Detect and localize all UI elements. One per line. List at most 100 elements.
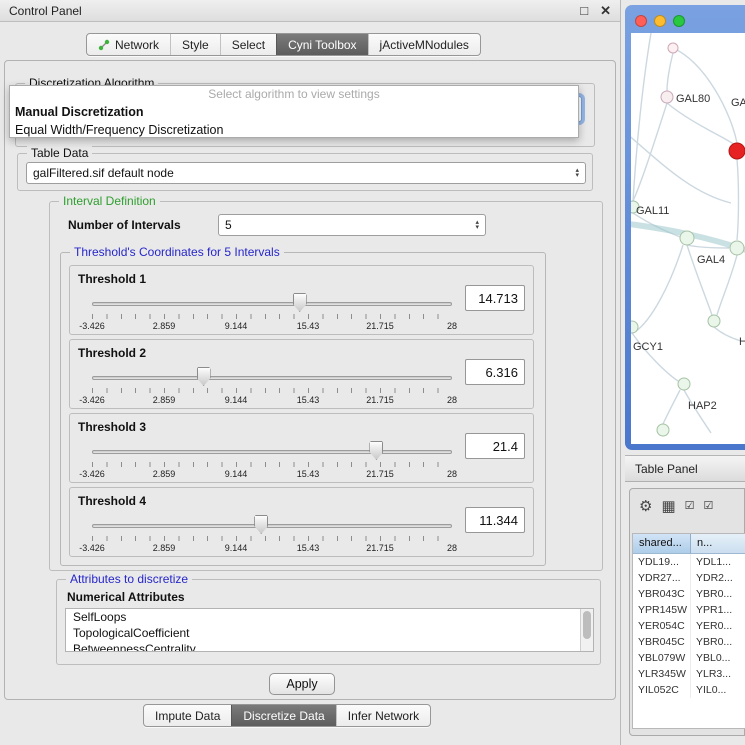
slider-thumb[interactable] [293,293,307,312]
threshold-label: Threshold 1 [78,272,146,286]
network-node[interactable] [708,315,720,327]
network-node-gcy1[interactable] [631,321,638,333]
tab-infer-network[interactable]: Infer Network [336,705,430,726]
threshold-row-1: Threshold 1 -3.426 2.859 9.144 15.43 21.… [69,265,534,335]
threshold-4-slider[interactable]: -3.426 2.859 9.144 15.43 21.715 28 [92,514,452,556]
threshold-2-value-field[interactable]: 6.316 [465,359,525,385]
slider-thumb[interactable] [254,515,268,534]
stepper-icon: ▴▾ [475,220,479,230]
control-panel: Control Panel □ ✕ Network Style Select C… [0,0,621,745]
slider-scale: -3.426 2.859 9.144 15.43 21.715 28 [92,469,452,480]
node-label-gal11: GAL11 [636,205,669,217]
network-node[interactable] [668,43,678,53]
select-all-icon[interactable]: ☑ [685,501,695,512]
table-row[interactable]: YDL19...YDL1... [633,554,745,570]
list-scrollbar[interactable] [580,609,593,651]
slider-track[interactable] [92,450,452,454]
network-node-red-selected[interactable] [729,143,745,159]
table-row[interactable]: YDR27...YDR2... [633,570,745,586]
interval-group-title: Interval Definition [59,194,160,208]
network-icon [98,39,110,51]
table-row[interactable]: YIL052CYIL0... [633,682,745,698]
close-icon[interactable]: ✕ [600,4,611,17]
list-item[interactable]: TopologicalCoefficient [66,625,593,641]
mac-zoom-icon[interactable] [673,15,685,27]
slider-scale: -3.426 2.859 9.144 15.43 21.715 28 [92,321,452,332]
control-panel-titlebar: Control Panel □ ✕ [0,0,620,22]
cyni-panel-body: Discretization Algorithm ▴▾ Select algor… [4,60,616,700]
table-row[interactable]: YBR043CYBR0... [633,586,745,602]
threshold-1-slider[interactable]: -3.426 2.859 9.144 15.43 21.715 28 [92,292,452,334]
node-label-cut: H [739,336,745,348]
threshold-label: Threshold 3 [78,420,146,434]
threshold-label: Threshold 2 [78,346,146,360]
table-row[interactable]: YBL079WYBL0... [633,650,745,666]
table-row[interactable]: YBR045CYBR0... [633,634,745,650]
table-row[interactable]: YER054CYER0... [633,618,745,634]
list-item[interactable]: SelfLoops [66,609,593,625]
select-some-icon[interactable]: ☑ [704,501,714,512]
apply-button[interactable]: Apply [269,673,335,695]
network-node[interactable] [680,231,694,245]
table-data-combobox[interactable]: galFiltered.sif default node ▴▾ [26,162,586,184]
algorithm-placeholder: Select algorithm to view settings [10,86,578,103]
column-header-shared-name[interactable]: shared... [633,534,691,554]
option-manual-discretization[interactable]: Manual Discretization [10,103,578,121]
tab-network[interactable]: Network [87,34,170,55]
mac-close-icon[interactable] [635,15,647,27]
column-header-name[interactable]: n... [691,534,745,554]
threshold-2-slider[interactable]: -3.426 2.859 9.144 15.43 21.715 28 [92,366,452,408]
tab-impute-data[interactable]: Impute Data [144,705,231,726]
table-row[interactable]: YPR145WYPR1... [633,602,745,618]
attributes-listbox[interactable]: SelfLoops TopologicalCoefficient Between… [65,608,594,652]
table-data-group-title: Table Data [27,146,92,160]
network-canvas[interactable]: GAL80 GA GAL11 GAL4 GCY1 HAP2 H [631,33,745,444]
table-row[interactable]: YLR345WYLR3... [633,666,745,682]
interval-definition-group: Interval Definition Number of Intervals … [49,201,603,571]
network-node-hap2[interactable] [678,378,690,390]
attributes-group: Attributes to discretize Numerical Attri… [56,579,601,665]
network-node[interactable] [730,241,744,255]
slider-track[interactable] [92,376,452,380]
table-data-value: galFiltered.sif default node [33,166,174,180]
slider-ticks [92,314,452,319]
tab-style[interactable]: Style [170,34,220,55]
table-toolbar: ⚙ ▦ ☑ ☑ [630,489,744,523]
node-label-hap2: HAP2 [688,400,717,412]
option-equal-width-frequency[interactable]: Equal Width/Frequency Discretization [10,121,578,139]
node-table: shared... n... YDL19...YDL1... YDR27...Y… [632,533,745,729]
thresholds-group-title: Threshold's Coordinates for 5 Intervals [70,245,284,259]
attributes-group-title: Attributes to discretize [66,572,192,586]
threshold-1-value-field[interactable]: 14.713 [465,285,525,311]
num-intervals-label: Number of Intervals [68,218,181,232]
threshold-3-value-field[interactable]: 21.4 [465,433,525,459]
network-node-gal80[interactable] [661,91,673,103]
threshold-label: Threshold 4 [78,494,146,508]
tab-select[interactable]: Select [220,34,276,55]
algorithm-dropdown-popup: Select algorithm to view settings Manual… [9,85,579,138]
slider-thumb[interactable] [197,367,211,386]
slider-scale: -3.426 2.859 9.144 15.43 21.715 28 [92,543,452,554]
threshold-3-slider[interactable]: -3.426 2.859 9.144 15.43 21.715 28 [92,440,452,482]
panel-title: Control Panel [9,4,82,18]
gear-icon[interactable]: ⚙ [639,499,652,514]
threshold-row-2: Threshold 2 -3.426 2.859 9.144 15.43 21.… [69,339,534,409]
tab-jactivemnodules[interactable]: jActiveMNodules [368,34,480,55]
table-panel-titlebar: Table Panel [625,455,745,482]
float-window-icon[interactable]: □ [580,4,588,17]
network-view-window[interactable]: GAL80 GA GAL11 GAL4 GCY1 HAP2 H [625,5,745,450]
threshold-4-value-field[interactable]: 11.344 [465,507,525,533]
slider-thumb[interactable] [369,441,383,460]
tab-discretize-data[interactable]: Discretize Data [231,705,335,726]
num-intervals-combobox[interactable]: 5 ▴▾ [218,214,486,236]
mac-minimize-icon[interactable] [654,15,666,27]
stepper-icon: ▴▾ [575,168,579,178]
slider-track[interactable] [92,524,452,528]
tab-cyni-toolbox[interactable]: Cyni Toolbox [276,34,367,55]
columns-icon[interactable]: ▦ [661,499,675,514]
slider-track[interactable] [92,302,452,306]
network-node[interactable] [657,424,669,436]
list-item[interactable]: BetweennessCentrality [66,641,593,652]
numerical-attributes-label: Numerical Attributes [67,590,185,604]
threshold-row-4: Threshold 4 -3.426 2.859 9.144 15.43 21.… [69,487,534,557]
